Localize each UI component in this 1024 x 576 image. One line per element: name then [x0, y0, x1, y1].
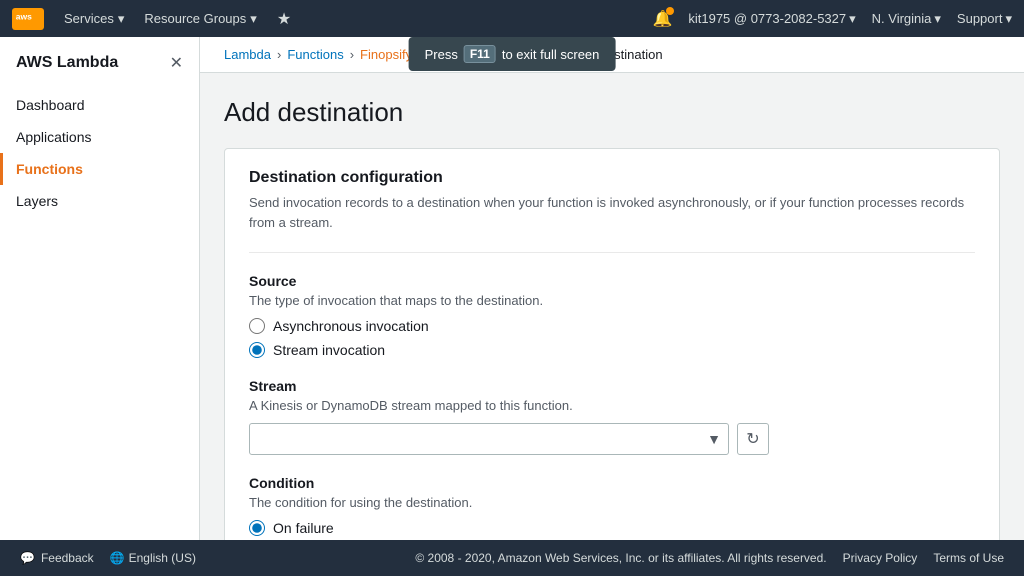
card-divider-1 — [249, 252, 975, 253]
aws-logo[interactable]: aws — [12, 8, 44, 30]
footer: 💬 Feedback 🌐 English (US) © 2008 - 2020,… — [0, 540, 1024, 576]
notifications-bell[interactable]: 🔔 — [652, 9, 672, 29]
stream-section: Stream A Kinesis or DynamoDB stream mapp… — [249, 378, 975, 455]
sidebar-title: AWS Lambda — [16, 54, 118, 72]
region-chevron-icon: ▾ — [934, 11, 941, 27]
sidebar-nav: Dashboard Applications Functions Layers — [0, 89, 199, 217]
source-async-label: Asynchronous invocation — [273, 318, 429, 334]
source-stream-radio[interactable] — [249, 342, 265, 358]
source-async-radio[interactable] — [249, 318, 265, 334]
condition-radio-group: On failure — [249, 520, 975, 536]
content-area: Lambda › Functions › FinopsifyAccountAct… — [200, 37, 1024, 540]
breadcrumb-lambda[interactable]: Lambda — [224, 47, 271, 62]
resource-groups-chevron-icon: ▾ — [250, 11, 257, 27]
source-radio-group: Asynchronous invocation Stream invocatio… — [249, 318, 975, 358]
source-stream-option[interactable]: Stream invocation — [249, 342, 975, 358]
page-content: Add destination Destination configuratio… — [200, 73, 1024, 540]
terms-of-use-link[interactable]: Terms of Use — [933, 551, 1004, 565]
refresh-icon: ↻ — [746, 429, 759, 449]
sidebar-item-functions[interactable]: Functions — [0, 153, 199, 185]
page-title: Add destination — [224, 97, 1000, 128]
user-chevron-icon: ▾ — [849, 11, 856, 27]
favorites-icon[interactable]: ★ — [277, 9, 291, 29]
card-description: Send invocation records to a destination… — [249, 193, 975, 232]
sidebar-header: AWS Lambda ✕ — [0, 53, 199, 89]
support-menu[interactable]: Support ▾ — [957, 11, 1012, 27]
condition-on-failure-label: On failure — [273, 520, 334, 536]
sidebar-close-button[interactable]: ✕ — [170, 53, 183, 73]
condition-on-failure-option[interactable]: On failure — [249, 520, 975, 536]
breadcrumb-functions[interactable]: Functions — [287, 47, 343, 62]
svg-text:aws: aws — [16, 11, 32, 21]
stream-select[interactable] — [249, 423, 729, 455]
source-section: Source The type of invocation that maps … — [249, 273, 975, 358]
top-navigation: aws Services ▾ Resource Groups ▾ ★ Press… — [0, 0, 1024, 37]
region-menu[interactable]: N. Virginia ▾ — [872, 11, 941, 27]
condition-section: Condition The condition for using the de… — [249, 475, 975, 536]
services-chevron-icon: ▾ — [118, 11, 125, 27]
sidebar-item-layers[interactable]: Layers — [0, 185, 199, 217]
feedback-link[interactable]: 💬 Feedback — [20, 551, 94, 565]
user-menu[interactable]: kit1975 @ 0773-2082-5327 ▾ — [688, 11, 855, 27]
resource-groups-menu[interactable]: Resource Groups ▾ — [144, 11, 256, 27]
stream-select-row: ▼ ↻ — [249, 423, 975, 455]
footer-right: © 2008 - 2020, Amazon Web Services, Inc.… — [415, 551, 1004, 565]
source-label: Source — [249, 273, 975, 289]
destination-config-card: Destination configuration Send invocatio… — [224, 148, 1000, 540]
globe-icon: 🌐 — [110, 551, 125, 565]
aws-logo-box: aws — [12, 8, 44, 30]
condition-on-failure-radio[interactable] — [249, 520, 265, 536]
notification-dot — [666, 7, 674, 15]
sidebar: AWS Lambda ✕ Dashboard Applications Func… — [0, 37, 200, 540]
language-selector[interactable]: 🌐 English (US) — [110, 551, 196, 565]
sidebar-item-dashboard[interactable]: Dashboard — [0, 89, 199, 121]
source-hint: The type of invocation that maps to the … — [249, 293, 975, 308]
services-menu[interactable]: Services ▾ — [64, 11, 124, 27]
stream-label: Stream — [249, 378, 975, 394]
feedback-chat-icon: 💬 — [20, 551, 35, 565]
card-title: Destination configuration — [249, 169, 975, 187]
source-async-option[interactable]: Asynchronous invocation — [249, 318, 975, 334]
stream-refresh-button[interactable]: ↻ — [737, 423, 769, 455]
fullscreen-tooltip: Press F11 to exit full screen — [409, 37, 616, 71]
breadcrumb-sep-2: › — [350, 47, 354, 62]
main-layout: AWS Lambda ✕ Dashboard Applications Func… — [0, 37, 1024, 540]
source-stream-label: Stream invocation — [273, 342, 385, 358]
condition-hint: The condition for using the destination. — [249, 495, 975, 510]
copyright-text: © 2008 - 2020, Amazon Web Services, Inc.… — [415, 551, 826, 565]
nav-right: 🔔 kit1975 @ 0773-2082-5327 ▾ N. Virginia… — [652, 9, 1012, 29]
stream-hint: A Kinesis or DynamoDB stream mapped to t… — [249, 398, 975, 413]
stream-select-wrapper: ▼ — [249, 423, 729, 455]
condition-label: Condition — [249, 475, 975, 491]
footer-left: 💬 Feedback 🌐 English (US) — [20, 551, 196, 565]
sidebar-item-applications[interactable]: Applications — [0, 121, 199, 153]
support-chevron-icon: ▾ — [1005, 11, 1012, 27]
privacy-policy-link[interactable]: Privacy Policy — [843, 551, 918, 565]
f11-key: F11 — [464, 45, 496, 63]
breadcrumb-sep-1: › — [277, 47, 281, 62]
